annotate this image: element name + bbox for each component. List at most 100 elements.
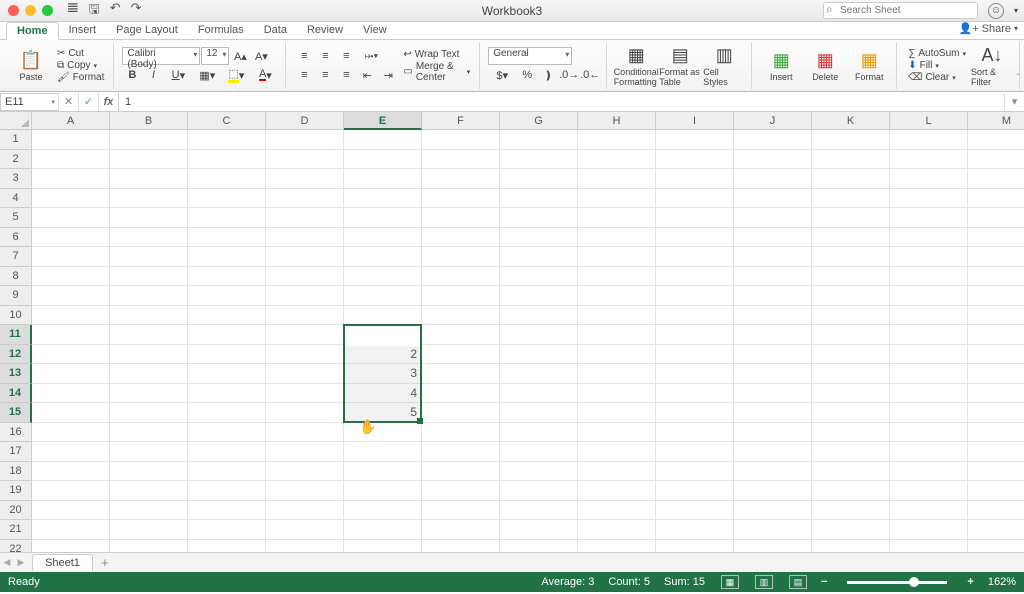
share-button[interactable]: 👤+ Share ▾ xyxy=(959,22,1019,35)
cell-J19[interactable] xyxy=(734,481,812,501)
tab-review[interactable]: Review xyxy=(297,22,353,39)
cell-K20[interactable] xyxy=(812,501,890,521)
cell-D8[interactable] xyxy=(266,267,344,287)
cell-I14[interactable] xyxy=(656,384,734,404)
cell-L1[interactable] xyxy=(890,130,968,150)
zoom-level[interactable]: 162% xyxy=(988,576,1016,588)
cell-D17[interactable] xyxy=(266,442,344,462)
cell-M12[interactable] xyxy=(968,345,1024,365)
tab-formulas[interactable]: Formulas xyxy=(188,22,254,39)
cell-M19[interactable] xyxy=(968,481,1024,501)
cell-E4[interactable] xyxy=(344,189,422,209)
cell-F7[interactable] xyxy=(422,247,500,267)
cell-E20[interactable] xyxy=(344,501,422,521)
cell-F19[interactable] xyxy=(422,481,500,501)
cell-E5[interactable] xyxy=(344,208,422,228)
font-size-select[interactable]: 12 xyxy=(201,47,229,65)
col-header-D[interactable]: D xyxy=(266,112,344,130)
cell-L2[interactable] xyxy=(890,150,968,170)
maximize-window-icon[interactable] xyxy=(42,5,53,16)
cell-E14[interactable]: 4 xyxy=(344,384,422,404)
cell-G4[interactable] xyxy=(500,189,578,209)
cell-D2[interactable] xyxy=(266,150,344,170)
cell-A4[interactable] xyxy=(32,189,110,209)
row-header-3[interactable]: 3 xyxy=(0,169,32,189)
cell-K5[interactable] xyxy=(812,208,890,228)
cell-H21[interactable] xyxy=(578,520,656,540)
cell-D6[interactable] xyxy=(266,228,344,248)
cell-J3[interactable] xyxy=(734,169,812,189)
cell-L7[interactable] xyxy=(890,247,968,267)
save-icon[interactable]: 𝌆 xyxy=(67,0,79,22)
cell-M22[interactable] xyxy=(968,540,1024,553)
cell-F11[interactable] xyxy=(422,325,500,345)
cell-C3[interactable] xyxy=(188,169,266,189)
cell-J6[interactable] xyxy=(734,228,812,248)
underline-button[interactable]: U▾ xyxy=(164,66,192,84)
font-name-select[interactable]: Calibri (Body) xyxy=(122,47,200,65)
cell-F12[interactable] xyxy=(422,345,500,365)
cell-I21[interactable] xyxy=(656,520,734,540)
cell-A16[interactable] xyxy=(32,423,110,443)
cell-K11[interactable] xyxy=(812,325,890,345)
row-header-8[interactable]: 8 xyxy=(0,267,32,287)
cell-D22[interactable] xyxy=(266,540,344,553)
next-sheet-icon[interactable]: ▶ xyxy=(14,557,28,568)
cell-J9[interactable] xyxy=(734,286,812,306)
cell-C1[interactable] xyxy=(188,130,266,150)
cell-F8[interactable] xyxy=(422,267,500,287)
align-left-icon[interactable]: ≡ xyxy=(294,66,314,84)
cell-G16[interactable] xyxy=(500,423,578,443)
sort-filter-button[interactable]: A↓Sort & Filter xyxy=(971,43,1013,89)
indent-decrease-icon[interactable]: ⇤ xyxy=(357,66,377,84)
cell-K15[interactable] xyxy=(812,403,890,423)
delete-cells-button[interactable]: ▦Delete xyxy=(804,43,846,89)
cell-D7[interactable] xyxy=(266,247,344,267)
row-header-19[interactable]: 19 xyxy=(0,481,32,501)
cell-H1[interactable] xyxy=(578,130,656,150)
cell-I9[interactable] xyxy=(656,286,734,306)
cell-J7[interactable] xyxy=(734,247,812,267)
cell-J1[interactable] xyxy=(734,130,812,150)
font-color-button[interactable]: A▾ xyxy=(251,66,279,84)
cell-A2[interactable] xyxy=(32,150,110,170)
cell-C15[interactable] xyxy=(188,403,266,423)
cell-F15[interactable] xyxy=(422,403,500,423)
cell-I1[interactable] xyxy=(656,130,734,150)
cell-E2[interactable] xyxy=(344,150,422,170)
cell-H12[interactable] xyxy=(578,345,656,365)
cell-D9[interactable] xyxy=(266,286,344,306)
cell-H11[interactable] xyxy=(578,325,656,345)
cell-C19[interactable] xyxy=(188,481,266,501)
cell-K22[interactable] xyxy=(812,540,890,553)
cell-G5[interactable] xyxy=(500,208,578,228)
cell-C9[interactable] xyxy=(188,286,266,306)
format-as-table-button[interactable]: ▤Format as Table xyxy=(659,43,701,89)
formula-input[interactable]: 1 xyxy=(118,93,1004,111)
cell-D15[interactable] xyxy=(266,403,344,423)
insert-function-icon[interactable]: fx xyxy=(98,93,118,111)
cell-K10[interactable] xyxy=(812,306,890,326)
cell-H8[interactable] xyxy=(578,267,656,287)
cell-M5[interactable] xyxy=(968,208,1024,228)
cell-H22[interactable] xyxy=(578,540,656,553)
cell-G22[interactable] xyxy=(500,540,578,553)
cell-F22[interactable] xyxy=(422,540,500,553)
increase-font-icon[interactable]: A▴ xyxy=(230,47,250,65)
cell-C6[interactable] xyxy=(188,228,266,248)
row-header-10[interactable]: 10 xyxy=(0,306,32,326)
cell-H15[interactable] xyxy=(578,403,656,423)
cell-L13[interactable] xyxy=(890,364,968,384)
cell-J12[interactable] xyxy=(734,345,812,365)
save-as-icon[interactable]: 🖫 xyxy=(89,0,100,22)
cell-F21[interactable] xyxy=(422,520,500,540)
cell-J8[interactable] xyxy=(734,267,812,287)
tab-view[interactable]: View xyxy=(353,22,397,39)
cell-E6[interactable] xyxy=(344,228,422,248)
cell-K13[interactable] xyxy=(812,364,890,384)
row-header-21[interactable]: 21 xyxy=(0,520,32,540)
cell-F14[interactable] xyxy=(422,384,500,404)
cell-L16[interactable] xyxy=(890,423,968,443)
format-painter-button[interactable]: 🖌Format xyxy=(54,72,107,83)
cell-L10[interactable] xyxy=(890,306,968,326)
